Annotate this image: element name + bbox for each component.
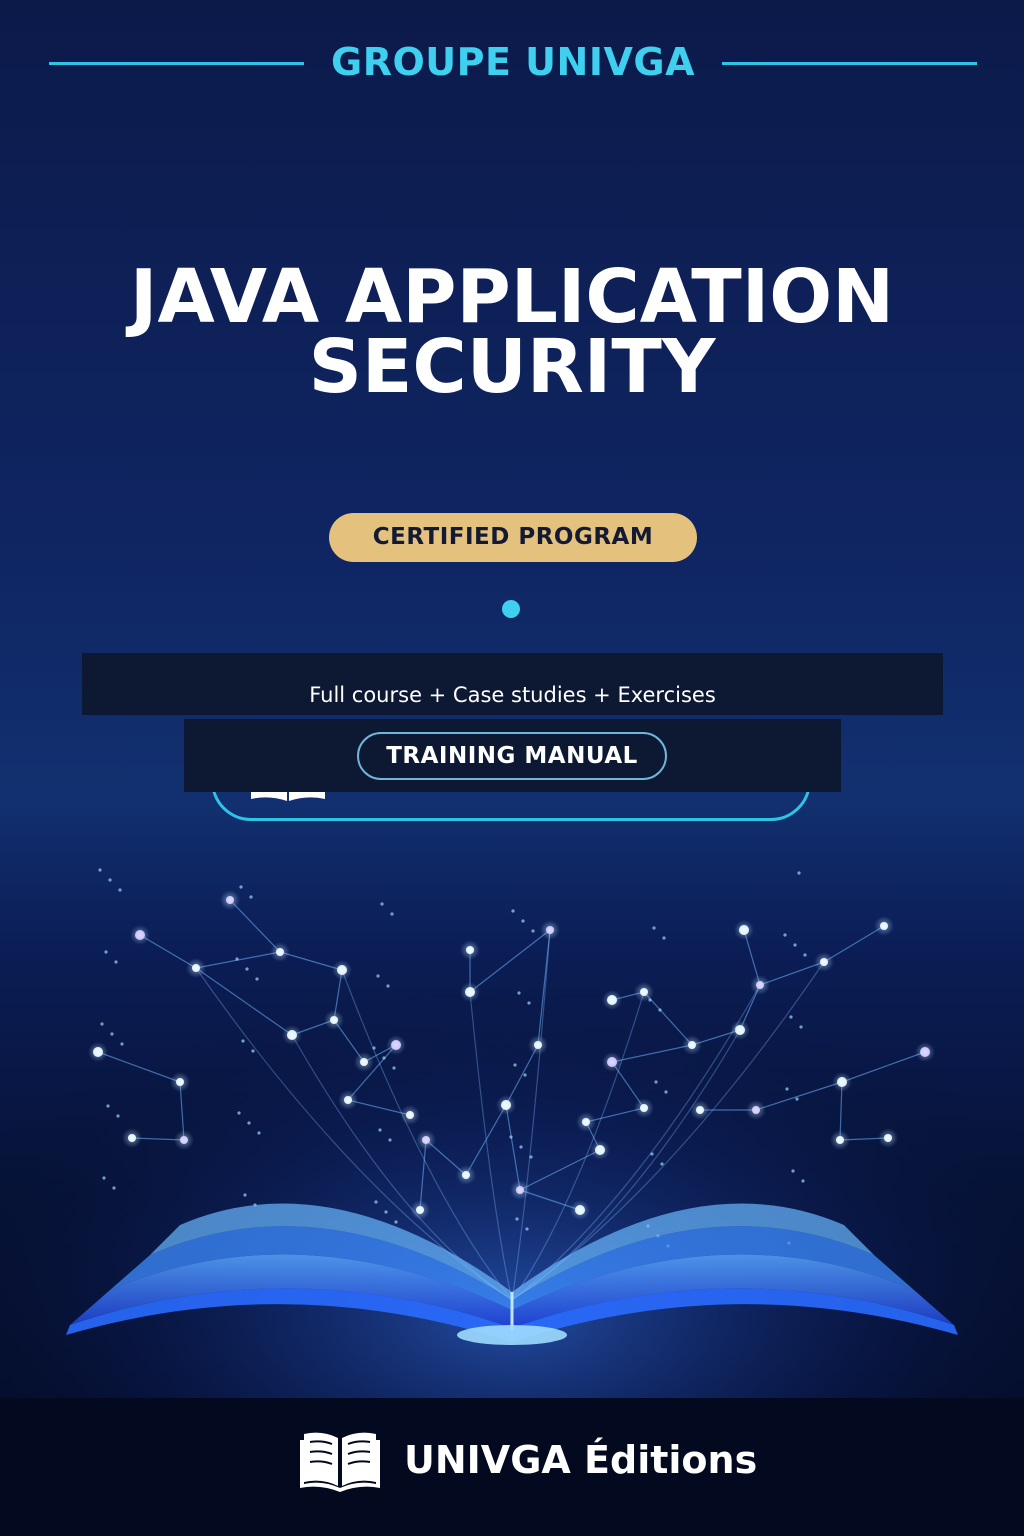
header-rule-left bbox=[49, 62, 304, 65]
title-line-2: SECURITY bbox=[308, 324, 716, 410]
open-book-icon bbox=[300, 1432, 380, 1492]
subtitle-text: Full course + Case studies + Exercises bbox=[309, 683, 716, 707]
subtitle-box: Full course + Case studies + Exercises bbox=[82, 653, 943, 715]
brand-name: GROUPE UNIVGA bbox=[331, 40, 695, 84]
training-manual-label: TRAINING MANUAL bbox=[357, 732, 667, 780]
certified-badge: CERTIFIED PROGRAM bbox=[329, 513, 697, 562]
manual-label-box: TRAINING MANUAL bbox=[184, 719, 841, 792]
publisher-name: UNIVGA Éditions bbox=[404, 1438, 758, 1482]
title-line-1: JAVA APPLICATION bbox=[129, 254, 895, 340]
header-rule-right bbox=[722, 62, 977, 65]
accent-dot bbox=[502, 600, 520, 618]
cover-title: JAVA APPLICATION SECURITY bbox=[0, 254, 1024, 410]
cover-header: GROUPE UNIVGA bbox=[0, 0, 1024, 128]
open-book-illustration bbox=[0, 830, 1024, 1400]
cover-footer: UNIVGA Éditions bbox=[0, 1398, 1024, 1536]
